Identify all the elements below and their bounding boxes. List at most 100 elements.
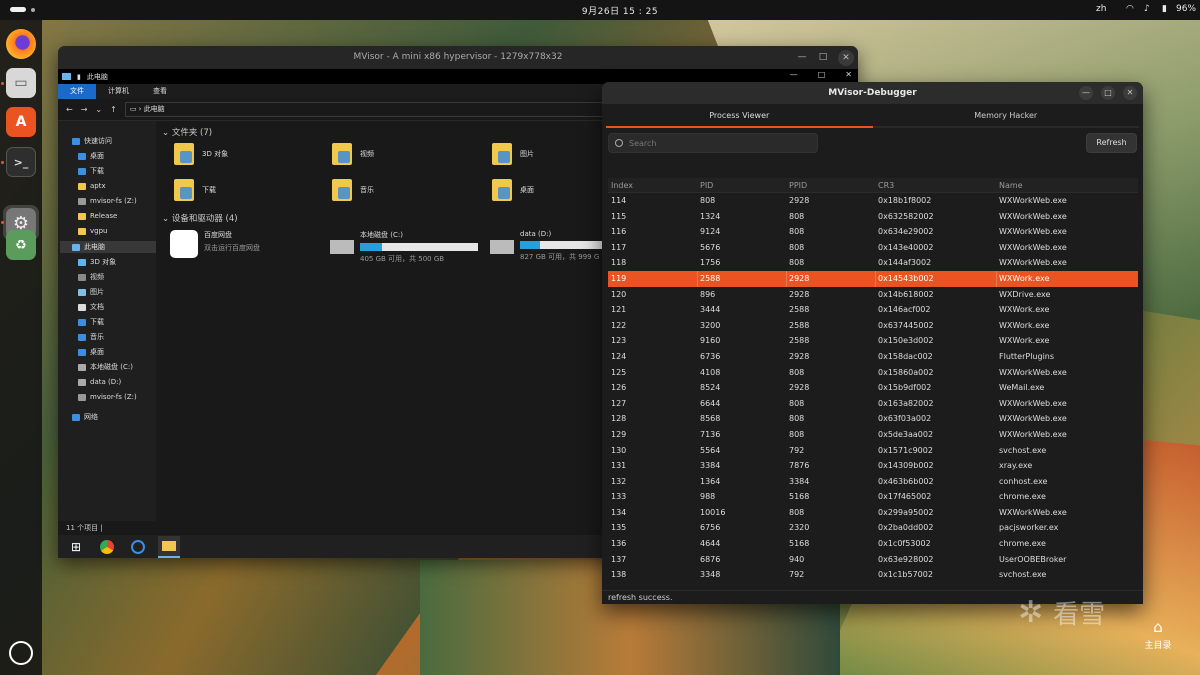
table-row[interactable]: 120 896 2928 0x14b618002 WXDrive.exe — [608, 287, 1138, 303]
wifi-icon[interactable]: ◠ — [1126, 4, 1134, 14]
column-header-name[interactable]: Name — [999, 178, 1023, 193]
device-local-disk-c[interactable]: 本地磁盘 (C:) 405 GB 可用，共 500 GB — [330, 230, 478, 264]
table-row[interactable]: 129 7136 808 0x5de3aa002 WXWorkWeb.exe — [608, 427, 1138, 443]
nav-item-release[interactable]: Release — [78, 210, 117, 222]
debugger-titlebar[interactable]: MVisor-Debugger — □ ✕ — [602, 82, 1143, 104]
clock[interactable]: 9月26日 15 : 25 — [560, 4, 680, 17]
folder-pictures[interactable]: 图片 — [492, 143, 534, 165]
explorer-minimize-icon[interactable]: — — [790, 70, 798, 79]
chrome-icon[interactable] — [96, 536, 118, 558]
folder-downloads[interactable]: 下载 — [174, 179, 216, 201]
nav-item-downloads[interactable]: 下载 — [78, 165, 104, 177]
nav-item-downloads-2[interactable]: 下载 — [78, 316, 104, 328]
nav-item-mvisor-fs-z[interactable]: mvisor-fs (Z:) — [78, 391, 137, 403]
table-row[interactable]: 118 1756 808 0x144af3002 WXWorkWeb.exe — [608, 255, 1138, 271]
column-header-index[interactable]: Index — [611, 178, 633, 193]
close-icon[interactable]: ✕ — [838, 49, 854, 66]
desktop-home-folder[interactable]: ⌂ 主目录 — [1136, 618, 1180, 651]
table-row[interactable]: 125 4108 808 0x15860a002 WXWorkWeb.exe — [608, 365, 1138, 381]
windows-start-icon[interactable]: ⊞ — [65, 536, 87, 558]
table-row[interactable]: 117 5676 808 0x143e40002 WXWorkWeb.exe — [608, 240, 1138, 256]
software-icon[interactable]: A — [6, 107, 36, 137]
nav-item-desktop[interactable]: 桌面 — [78, 150, 104, 162]
nav-item-documents[interactable]: 文档 — [78, 301, 104, 313]
folders-header[interactable]: ⌄ 文件夹 (7) — [162, 126, 212, 138]
table-row[interactable]: 123 9160 2588 0x150e3d002 WXWork.exe — [608, 333, 1138, 349]
column-header-pid[interactable]: PID — [700, 178, 713, 193]
table-row[interactable]: 116 9124 808 0x634e29002 WXWorkWeb.exe — [608, 224, 1138, 240]
search-app-icon[interactable] — [127, 536, 149, 558]
table-row[interactable]: 132 1364 3384 0x463b6b002 conhost.exe — [608, 474, 1138, 490]
workspace-dot[interactable] — [31, 8, 35, 12]
table-row[interactable]: 136 4644 5168 0x1c0f53002 chrome.exe — [608, 536, 1138, 552]
folder-videos[interactable]: 视频 — [332, 143, 374, 165]
table-row[interactable]: 134 10016 808 0x299a95002 WXWorkWeb.exe — [608, 505, 1138, 521]
table-row[interactable]: 126 8524 2928 0x15b9df002 WeMail.exe — [608, 380, 1138, 396]
minimize-icon[interactable]: — — [796, 46, 808, 69]
table-row[interactable]: 133 988 5168 0x17f465002 chrome.exe — [608, 489, 1138, 505]
nav-item-network[interactable]: 网络 — [72, 411, 98, 423]
language-indicator[interactable]: zh — [1096, 4, 1106, 14]
folder-3d-objects[interactable]: 3D 对象 — [174, 143, 228, 165]
up-arrow-icon[interactable]: ↑ — [110, 105, 117, 114]
nav-item-this-pc[interactable]: 此电脑 — [60, 241, 156, 253]
folder-music[interactable]: 音乐 — [332, 179, 374, 201]
battery-icon[interactable]: ▮ — [1162, 4, 1167, 14]
nav-item-desktop-2[interactable]: 桌面 — [78, 346, 104, 358]
files-icon[interactable]: ▭ — [6, 68, 36, 98]
maximize-icon[interactable]: □ — [817, 46, 829, 69]
table-row[interactable]: 127 6644 808 0x163a82002 WXWorkWeb.exe — [608, 396, 1138, 412]
nav-item-quick-access[interactable]: 快速访问 — [72, 135, 112, 147]
ribbon-tab-file[interactable]: 文件 — [58, 84, 96, 99]
minimize-icon[interactable]: — — [1079, 86, 1093, 100]
firefox-icon[interactable] — [6, 29, 36, 59]
nav-item-music[interactable]: 音乐 — [78, 331, 104, 343]
tab-memory-hacker[interactable]: Memory Hacker — [872, 106, 1139, 128]
quick-access-icon[interactable]: ▮ — [77, 73, 81, 81]
recent-dropdown-icon[interactable]: ⌄ — [95, 105, 102, 114]
table-row[interactable]: 119 2588 2928 0x14543b002 WXWork.exe — [608, 270, 1138, 287]
table-row[interactable]: 137 6876 940 0x63e928002 UserOOBEBroker — [608, 552, 1138, 568]
table-row[interactable]: 135 6756 2320 0x2ba0dd002 pacjsworker.ex — [608, 520, 1138, 536]
ubuntu-icon[interactable] — [9, 641, 33, 665]
nav-item-pictures[interactable]: 图片 — [78, 286, 104, 298]
back-arrow-icon[interactable]: ← — [66, 105, 73, 114]
vm-window-titlebar[interactable]: MVisor - A mini x86 hypervisor - 1279x77… — [58, 46, 858, 69]
volume-icon[interactable]: ♪ — [1144, 4, 1150, 14]
table-row[interactable]: 114 808 2928 0x18b1f8002 WXWorkWeb.exe — [608, 193, 1138, 209]
close-icon[interactable]: ✕ — [1123, 86, 1137, 100]
column-header-cr3[interactable]: CR3 — [878, 178, 894, 193]
search-input[interactable]: Search — [608, 133, 818, 153]
nav-item-aptx[interactable]: aptx — [78, 180, 106, 192]
table-row[interactable]: 122 3200 2588 0x637445002 WXWork.exe — [608, 318, 1138, 334]
nav-item-3d-objects[interactable]: 3D 对象 — [78, 256, 116, 268]
folder-desktop[interactable]: 桌面 — [492, 179, 534, 201]
column-header-ppid[interactable]: PPID — [789, 178, 807, 193]
maximize-icon[interactable]: □ — [1101, 86, 1115, 100]
nav-item-data-d[interactable]: data (D:) — [78, 376, 121, 388]
table-row[interactable]: 138 3348 792 0x1c1b57002 svchost.exe — [608, 567, 1138, 583]
ribbon-tab-view[interactable]: 查看 — [141, 84, 179, 99]
explorer-maximize-icon[interactable]: □ — [818, 70, 826, 79]
file-explorer-taskbar-icon[interactable] — [158, 535, 180, 558]
nav-item-local-disk-c[interactable]: 本地磁盘 (C:) — [78, 361, 133, 373]
ribbon-tab-computer[interactable]: 计算机 — [96, 84, 141, 99]
table-row[interactable]: 131 3384 7876 0x14309b002 xray.exe — [608, 458, 1138, 474]
table-row[interactable]: 115 1324 808 0x632582002 WXWorkWeb.exe — [608, 209, 1138, 225]
explorer-close-icon[interactable]: ✕ — [845, 70, 852, 79]
trash-icon[interactable]: ♻ — [6, 230, 36, 260]
forward-arrow-icon[interactable]: → — [81, 105, 88, 114]
refresh-button[interactable]: Refresh — [1086, 133, 1137, 153]
nav-item-vgpu[interactable]: vgpu — [78, 225, 107, 237]
nav-item-videos[interactable]: 视频 — [78, 271, 104, 283]
activities-indicator[interactable] — [10, 7, 26, 12]
devices-header[interactable]: ⌄ 设备和驱动器 (4) — [162, 212, 238, 224]
table-row[interactable]: 124 6736 2928 0x158dac002 FlutterPlugins — [608, 349, 1138, 365]
table-row[interactable]: 128 8568 808 0x63f03a002 WXWorkWeb.exe — [608, 411, 1138, 427]
table-row[interactable]: 130 5564 792 0x1571c9002 svchost.exe — [608, 443, 1138, 459]
device-baidu-netdisk[interactable]: 百度网盘 双击运行百度网盘 — [170, 230, 260, 258]
terminal-icon[interactable]: >_ — [6, 147, 36, 177]
table-row[interactable]: 121 3444 2588 0x146acf002 WXWork.exe — [608, 302, 1138, 318]
address-input[interactable]: ▭ › 此电脑 — [124, 102, 605, 117]
tab-process-viewer[interactable]: Process Viewer — [606, 106, 873, 128]
